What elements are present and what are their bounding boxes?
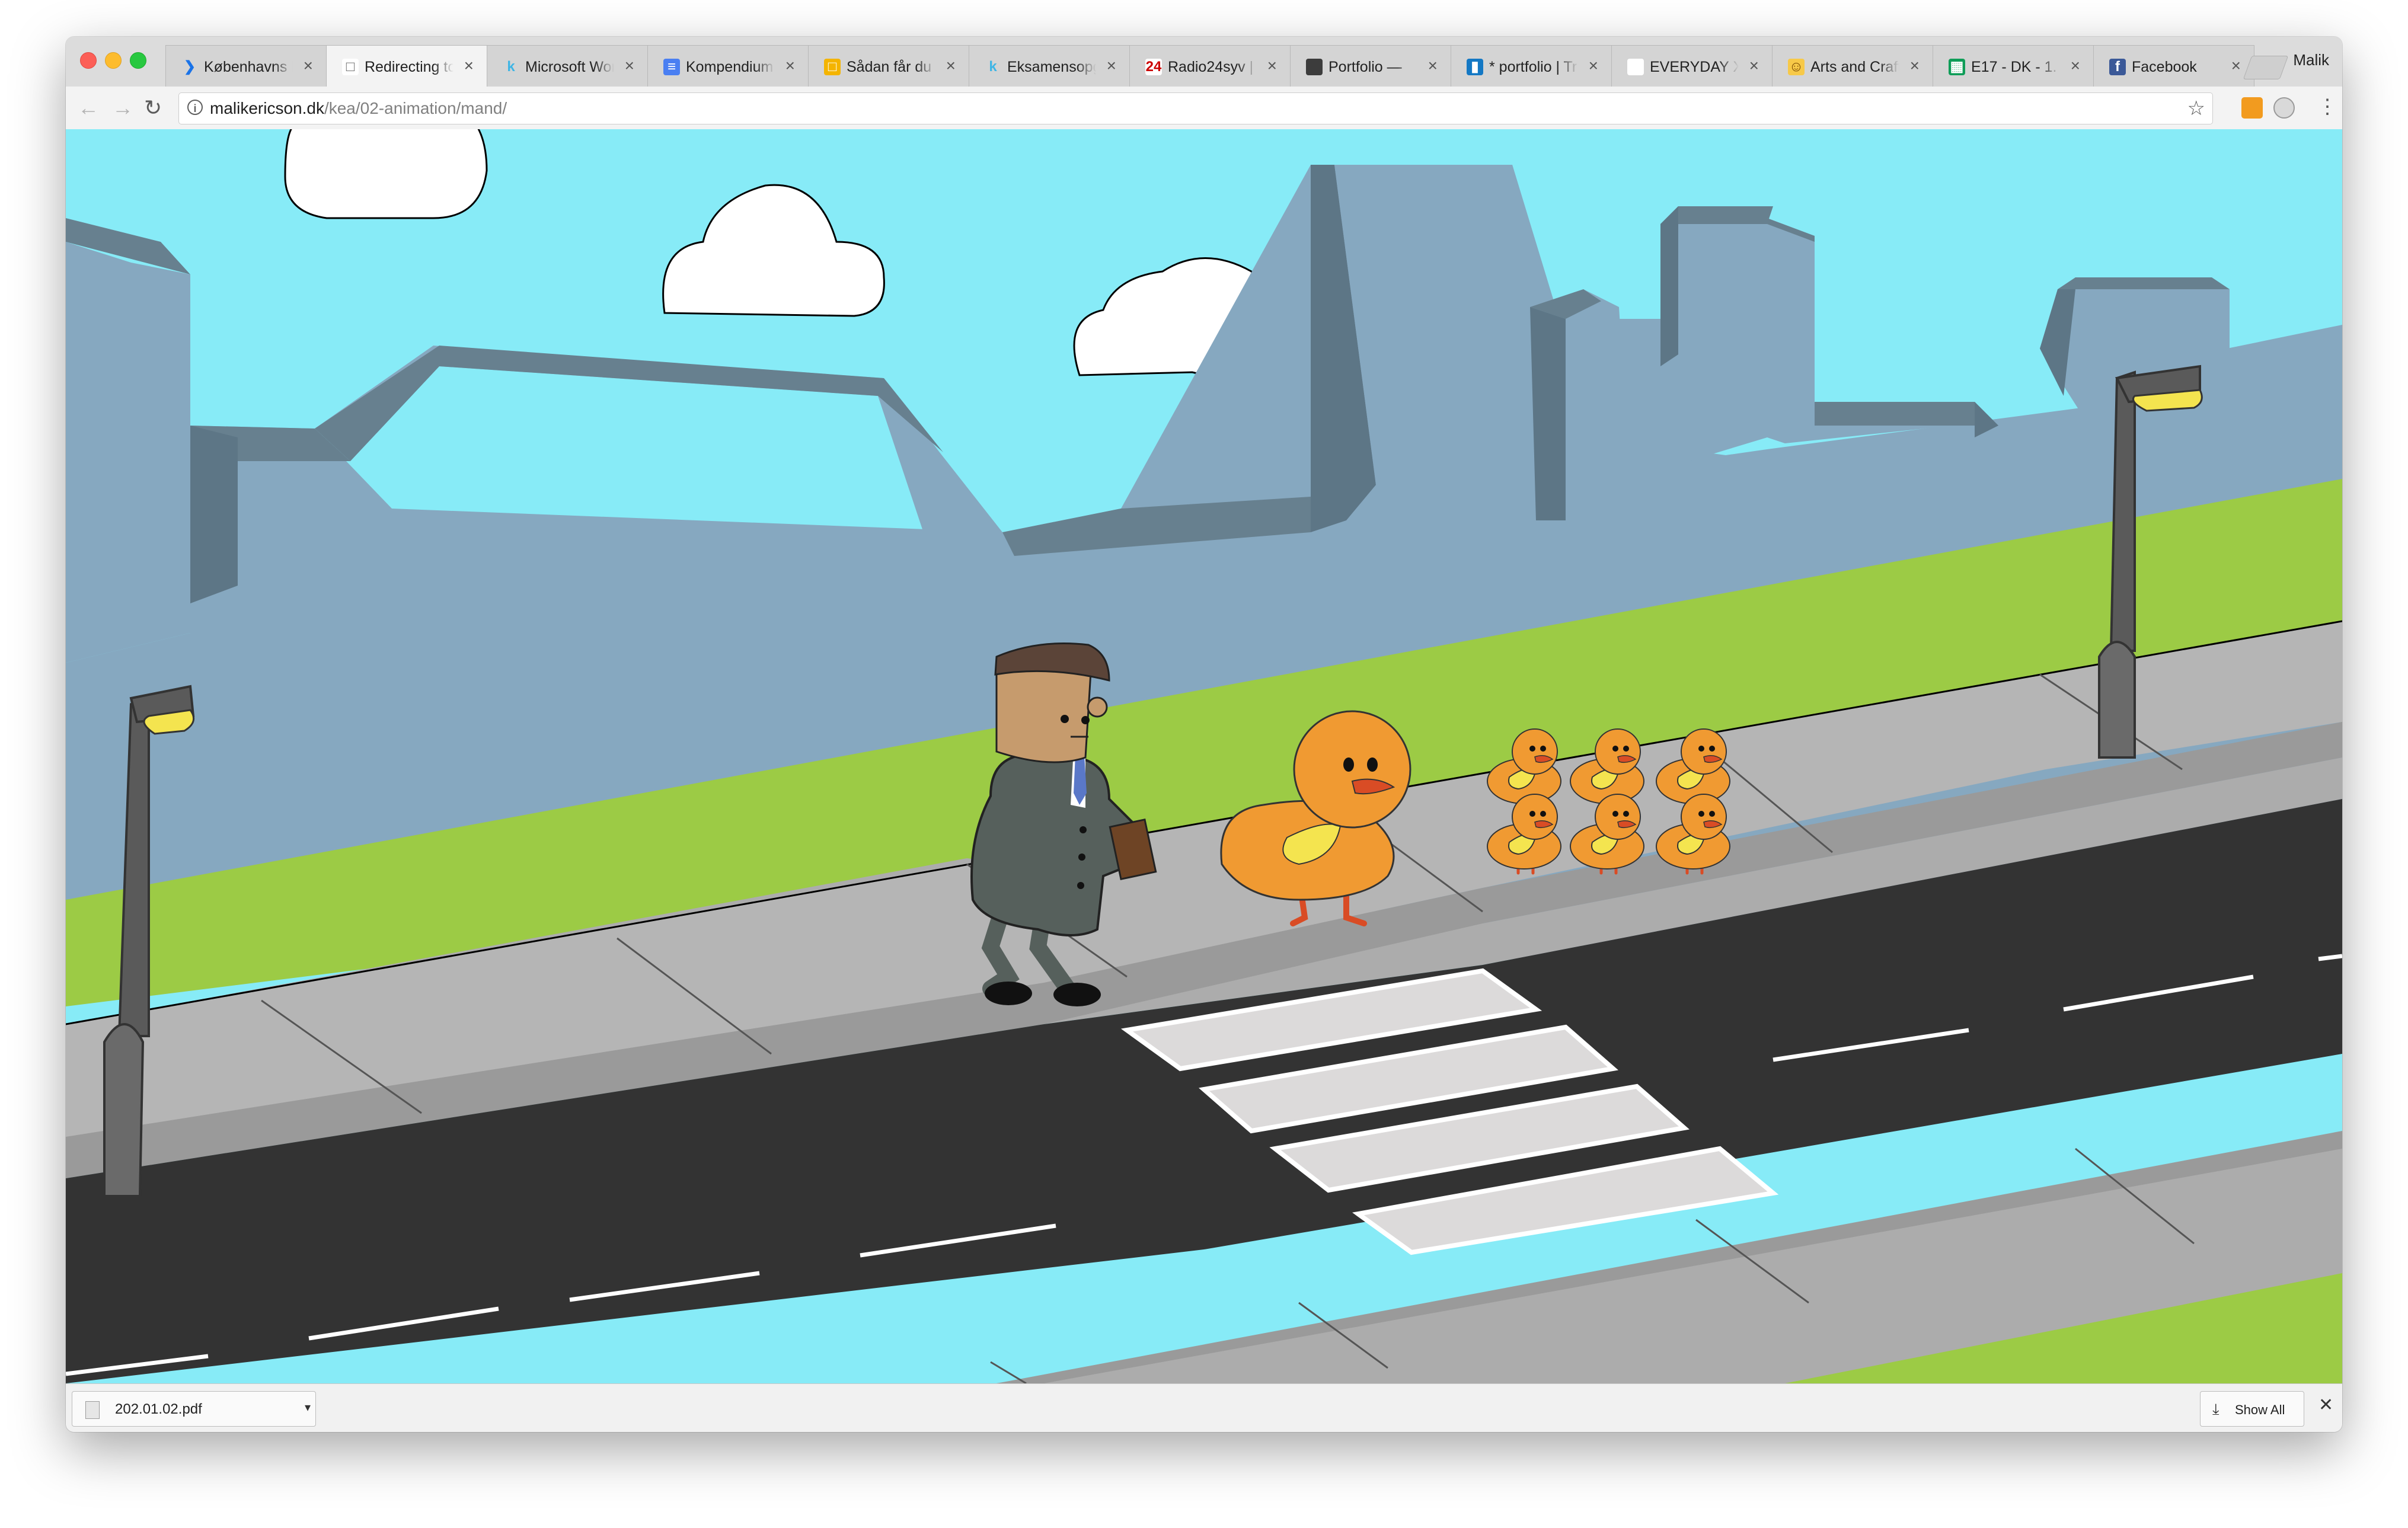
tab-label: E17 - DK - 1. S	[1971, 59, 2060, 75]
blank-page-icon	[1627, 59, 1644, 75]
tab[interactable]: □ Redirecting to ×	[326, 45, 487, 87]
tab-label: Radio24syv |	[1168, 59, 1254, 75]
address-bar[interactable]: i malikericson.dk/kea/02-animation/mand/…	[178, 92, 2213, 124]
kadenze-icon: k	[989, 59, 997, 75]
download-icon: ⤓	[2212, 1400, 2219, 1418]
forward-button[interactable]: →	[112, 96, 133, 120]
tab-close-icon[interactable]: ×	[1267, 56, 1277, 75]
close-window-button[interactable]	[80, 52, 97, 69]
tab-label: * portfolio | Tr	[1489, 59, 1577, 75]
tab-label: Sådan får du e	[847, 59, 935, 75]
tab-close-icon[interactable]: ×	[2071, 56, 2080, 75]
tab[interactable]: ❯ Københavns E ×	[165, 45, 327, 87]
tab-close-icon[interactable]: ×	[785, 56, 795, 75]
tab[interactable]: 24 Radio24syv | ×	[1129, 45, 1291, 87]
tab[interactable]: ≡ Kompendium ×	[647, 45, 809, 87]
show-all-button[interactable]: ⤓ Show All	[2200, 1391, 2304, 1427]
tab-close-icon[interactable]: ×	[1910, 56, 1920, 75]
facebook-icon: f	[2109, 59, 2126, 75]
tab[interactable]: ☺ Arts and Craft ×	[1772, 45, 1933, 87]
show-all-label: Show All	[2235, 1402, 2285, 1417]
tab-close-icon[interactable]: ×	[2231, 56, 2241, 75]
download-item[interactable]: 202.01.02.pdf ▾	[72, 1391, 316, 1427]
browser-menu-icon[interactable]: ⋮	[2317, 94, 2337, 120]
minimize-window-button[interactable]	[105, 52, 122, 69]
tab[interactable]: □ Sådan får du e ×	[808, 45, 969, 87]
reload-button[interactable]: ↻	[144, 96, 162, 120]
tab[interactable]: k Microsoft Wor ×	[487, 45, 648, 87]
street-scene	[66, 129, 2342, 1383]
radio24syv-icon: 24	[1145, 59, 1162, 75]
tab-close-icon[interactable]: ×	[625, 56, 634, 75]
tab[interactable]: ▦ E17 - DK - 1. S ×	[1933, 45, 2094, 87]
document-icon: □	[342, 59, 359, 75]
browser-toolbar: ← → ↻ i malikericson.dk/kea/02-animation…	[66, 87, 2342, 130]
tab-close-icon[interactable]: ×	[1107, 56, 1116, 75]
tab-label: Københavns E	[204, 59, 293, 75]
tab-strip: ❯ Københavns E × □ Redirecting to × k Microsoft…	[66, 37, 2342, 87]
emoji-icon: ☺	[1788, 59, 1805, 75]
tab-label: Portfolio —	[1328, 59, 1402, 75]
tab-label: Facebook	[2132, 59, 2197, 75]
tab-label: Eksamensopg	[1007, 59, 1096, 75]
profile-name[interactable]: Malik	[2293, 51, 2329, 69]
tab-close-icon[interactable]: ×	[1749, 56, 1759, 75]
page-viewport	[66, 129, 2342, 1383]
tab-label: Kompendium	[686, 59, 774, 75]
bookmark-star-icon[interactable]: ☆	[2187, 97, 2205, 120]
extension-lens-icon[interactable]	[2273, 97, 2295, 119]
google-slides-icon: □	[824, 59, 841, 75]
kadenze-icon: k	[507, 59, 515, 75]
blue-chevron-icon: ❯	[183, 59, 196, 75]
tab-label: Redirecting to	[365, 59, 454, 75]
google-docs-icon: ≡	[663, 59, 680, 75]
extension-off-icon[interactable]	[2241, 97, 2263, 119]
url-text[interactable]: malikericson.dk/kea/02-animation/mand/	[210, 99, 507, 118]
url-domain: malikericson.dk	[210, 99, 324, 117]
download-filename: 202.01.02.pdf	[115, 1401, 202, 1417]
zoom-window-button[interactable]	[130, 52, 146, 69]
tab-label: Arts and Craft	[1810, 59, 1899, 75]
tab-close-icon[interactable]: ×	[464, 56, 474, 75]
tab[interactable]: ▮ * portfolio | Tr ×	[1451, 45, 1612, 87]
google-sheets-icon: ▦	[1949, 59, 1965, 75]
tab-close-icon[interactable]: ×	[946, 56, 956, 75]
pdf-file-icon	[85, 1401, 100, 1419]
download-bar: 202.01.02.pdf ▾ ⤓ Show All ✕	[66, 1383, 2342, 1432]
browser-window: ❯ Københavns E × □ Redirecting to × k Microsoft…	[66, 37, 2342, 1432]
tab-close-icon[interactable]: ×	[304, 56, 313, 75]
cloud	[284, 129, 488, 219]
tab[interactable]: f Facebook ×	[2093, 45, 2254, 87]
info-icon[interactable]: i	[187, 100, 203, 115]
url-path: /kea/02-animation/mand/	[324, 99, 507, 117]
tab[interactable]: Portfolio — ×	[1290, 45, 1451, 87]
tab[interactable]: k Eksamensopg ×	[969, 45, 1130, 87]
chevron-down-icon[interactable]: ▾	[305, 1400, 311, 1415]
close-download-bar-icon[interactable]: ✕	[2318, 1395, 2333, 1415]
tab-label: EVERYDAY X C	[1650, 59, 1739, 75]
new-tab-button[interactable]	[2243, 56, 2289, 79]
tab-label: Microsoft Wor	[525, 59, 614, 75]
cube-icon	[1306, 59, 1323, 75]
tab-close-icon[interactable]: ×	[1428, 56, 1438, 75]
tab-close-icon[interactable]: ×	[1589, 56, 1598, 75]
tab[interactable]: EVERYDAY X C ×	[1611, 45, 1773, 87]
back-button[interactable]: ←	[78, 96, 99, 120]
trello-icon: ▮	[1467, 59, 1483, 75]
